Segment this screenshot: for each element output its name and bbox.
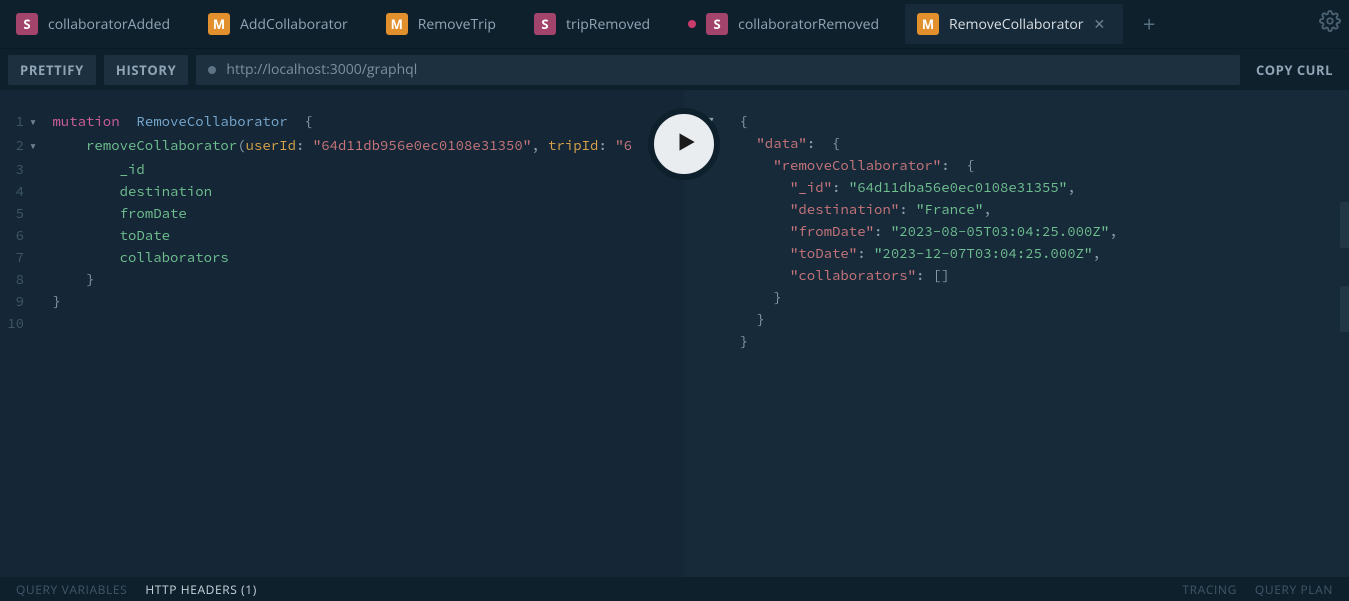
new-tab-button[interactable]: + <box>1131 6 1167 42</box>
settings-gear-icon[interactable] <box>1319 10 1341 37</box>
schema-handle-icon[interactable] <box>1340 286 1349 332</box>
operation-type-badge: S <box>534 13 556 35</box>
operation-type-badge: M <box>386 13 408 35</box>
tab-label: collaboratorRemoved <box>738 15 879 34</box>
workspace: 1▼ mutation RemoveCollaborator {2▼ remov… <box>0 90 1349 577</box>
docs-handle-icon[interactable] <box>1340 202 1349 248</box>
toolbar: PRETTIFY HISTORY http://localhost:3000/g… <box>0 48 1349 90</box>
tab-tripRemoved[interactable]: StripRemoved <box>522 4 668 44</box>
tab-RemoveCollaborator[interactable]: M RemoveCollaborator ✕ <box>905 4 1123 44</box>
operation-type-badge: S <box>16 13 38 35</box>
operation-type-badge: M <box>917 13 939 35</box>
execute-button[interactable] <box>648 108 720 180</box>
tab-collaboratorAdded[interactable]: ScollaboratorAdded <box>4 4 188 44</box>
tab-RemoveTrip[interactable]: M RemoveTrip <box>374 4 514 44</box>
query-editor[interactable]: 1▼ mutation RemoveCollaborator {2▼ remov… <box>0 90 684 577</box>
history-button[interactable]: HISTORY <box>104 55 189 85</box>
endpoint-status-dot-icon <box>208 66 216 74</box>
operation-type-badge: M <box>208 13 230 35</box>
tab-collaboratorRemoved[interactable]: ScollaboratorRemoved <box>676 4 897 44</box>
tracing-tab[interactable]: TRACING <box>1182 581 1236 598</box>
query-plan-tab[interactable]: QUERY PLAN <box>1255 581 1333 598</box>
operation-type-badge: S <box>706 13 728 35</box>
play-icon <box>669 129 699 160</box>
query-variables-tab[interactable]: QUERY VARIABLES <box>16 581 127 598</box>
response-pane: ▼ {▼ "data": {▼ "removeCollaborator": { … <box>684 90 1349 577</box>
http-headers-tab[interactable]: HTTP HEADERS (1) <box>145 581 257 598</box>
close-tab-icon[interactable]: ✕ <box>1093 15 1105 34</box>
unsaved-dot-icon <box>688 20 696 28</box>
endpoint-input[interactable]: http://localhost:3000/graphql <box>196 55 1240 85</box>
tab-strip: ScollaboratorAdded M AddCollaborator M Remov… <box>0 0 1349 48</box>
tab-AddCollaborator[interactable]: M AddCollaborator <box>196 4 366 44</box>
tab-label: RemoveTrip <box>418 15 496 34</box>
tab-label: collaboratorAdded <box>48 15 170 34</box>
prettify-button[interactable]: PRETTIFY <box>8 55 96 85</box>
tab-label: AddCollaborator <box>240 15 348 34</box>
copy-curl-button[interactable]: COPY CURL <box>1248 55 1341 85</box>
endpoint-url: http://localhost:3000/graphql <box>226 60 417 79</box>
tab-label: tripRemoved <box>566 15 650 34</box>
tab-label: RemoveCollaborator <box>949 15 1083 34</box>
footer-bar: QUERY VARIABLES HTTP HEADERS (1) TRACING… <box>0 577 1349 601</box>
